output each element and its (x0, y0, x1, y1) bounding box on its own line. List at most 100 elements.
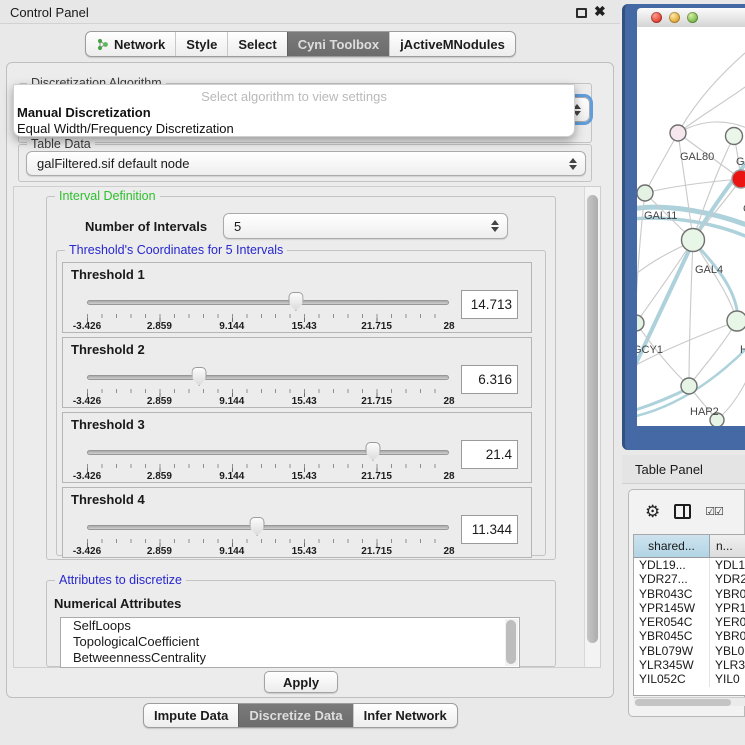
slider-thumb[interactable] (288, 292, 303, 311)
slider-track[interactable] (87, 450, 449, 455)
popup-option-equal-width[interactable]: Equal Width/Frequency Discretization (17, 121, 234, 136)
table-panel-title: Table Panel (635, 462, 703, 477)
threshold-3-label: Threshold 3 (71, 417, 145, 432)
threshold-1-label: Threshold 1 (71, 267, 145, 282)
threshold-1-box: Threshold 1 -3.426 2.859 9.144 15.43 21.… (62, 262, 532, 333)
stepper-arrows-icon (569, 158, 577, 170)
threshold-4-label: Threshold 4 (71, 492, 145, 507)
label-ga: GA (736, 156, 745, 168)
table-data-combobox[interactable]: galFiltered.sif default node (26, 151, 586, 176)
list-item[interactable]: SelfLoops (61, 618, 519, 634)
slider-tick-labels: -3.426 2.859 9.144 15.43 21.715 28 (87, 471, 449, 483)
scrollbar-thumb[interactable] (506, 620, 516, 664)
popup-option-manual-discretization[interactable]: Manual Discretization (17, 105, 151, 120)
control-panel-title: Control Panel (10, 5, 89, 20)
gear-icon[interactable]: ⚙ (645, 503, 660, 520)
top-tab-bar: Network Style Select Cyni Toolbox jActiv… (85, 31, 516, 57)
slider-track[interactable] (87, 375, 449, 380)
table-row[interactable]: YBR045CYBR0 (634, 629, 745, 643)
node-hap2[interactable] (681, 378, 697, 394)
close-icon[interactable]: ✖ (594, 3, 606, 20)
zoom-traffic-light[interactable] (687, 12, 698, 23)
scrollbar-thumb[interactable] (587, 195, 598, 643)
table-row[interactable]: YIL052CYIL0 (634, 672, 745, 686)
network-icon (96, 38, 109, 51)
bottom-tab-bar: Impute Data Discretize Data Infer Networ… (143, 703, 458, 728)
network-window-titlebar[interactable] (637, 8, 745, 27)
threshold-3-value-field[interactable]: 21.4 (461, 440, 518, 469)
apply-button[interactable]: Apply (264, 671, 338, 693)
table-row[interactable]: YPR145WYPR1 (634, 601, 745, 615)
scrollbar-thumb[interactable] (635, 699, 731, 706)
node-h[interactable] (727, 311, 745, 331)
slider-thumb[interactable] (365, 442, 380, 461)
float-window-icon[interactable] (576, 8, 587, 18)
table-row[interactable]: YBR043CYBR0 (634, 587, 745, 601)
network-graph: GAL80 GA GAL11 GAL4 GCY1 H C HAP2 (637, 27, 745, 426)
table-row[interactable]: YLR345WYLR3 (634, 658, 745, 672)
threshold-4-slider[interactable] (87, 516, 449, 538)
number-of-intervals-value: 5 (234, 219, 241, 234)
number-of-intervals-combobox[interactable]: 5 (223, 213, 508, 239)
table-row[interactable]: YBL079WYBL0 (634, 644, 745, 658)
threshold-4-value-field[interactable]: 11.344 (461, 515, 518, 544)
numerical-attributes-list[interactable]: SelfLoops TopologicalCoefficient Between… (60, 617, 520, 668)
slider-tick-labels: -3.426 2.859 9.144 15.43 21.715 28 (87, 546, 449, 558)
slider-track[interactable] (87, 300, 449, 305)
threshold-2-value-field[interactable]: 6.316 (461, 365, 518, 394)
node-gcy1[interactable] (637, 315, 644, 331)
threshold-1-value-field[interactable]: 14.713 (461, 290, 518, 319)
table-row[interactable]: YDL19...YDL1 (634, 558, 745, 572)
node-table[interactable]: shared... n... YDL19...YDL1 YDR27...YDR2… (633, 534, 745, 696)
list-scrollbar[interactable] (505, 619, 518, 666)
tab-network[interactable]: Network (86, 32, 175, 56)
columns-icon[interactable] (674, 504, 691, 519)
tab-impute-data[interactable]: Impute Data (144, 704, 238, 727)
list-item[interactable]: BetweennessCentrality (61, 650, 519, 666)
numerical-attributes-label: Numerical Attributes (54, 596, 181, 611)
node-green[interactable] (726, 128, 743, 145)
slider-thumb[interactable] (250, 517, 265, 536)
tab-style[interactable]: Style (175, 32, 227, 56)
threshold-1-slider[interactable] (87, 291, 449, 313)
network-canvas[interactable]: GAL80 GA GAL11 GAL4 GCY1 H C HAP2 (637, 27, 745, 426)
algorithm-popup: Select algorithm to view settings Manual… (13, 84, 575, 137)
slider-tick-labels: -3.426 2.859 9.144 15.43 21.715 28 (87, 321, 449, 333)
label-gcy1: GCY1 (637, 344, 663, 356)
threshold-2-label: Threshold 2 (71, 342, 145, 357)
control-panel-titlebar (0, 0, 620, 24)
tab-discretize-data[interactable]: Discretize Data (238, 704, 352, 727)
threshold-3-box: Threshold 3 -3.426 2.859 9.144 15.43 21.… (62, 412, 532, 483)
minimize-traffic-light[interactable] (669, 12, 680, 23)
slider-thumb[interactable] (192, 367, 207, 386)
checkboxes-icon[interactable]: ☑☑ (705, 505, 723, 518)
column-header-name[interactable]: n... (710, 535, 745, 557)
label-hap2: HAP2 (690, 406, 719, 418)
table-row[interactable]: YDR27...YDR2 (634, 572, 745, 586)
slider-track[interactable] (87, 525, 449, 530)
node-gal11[interactable] (637, 185, 653, 201)
tab-cyni-toolbox[interactable]: Cyni Toolbox (287, 32, 389, 56)
node-pink[interactable] (670, 125, 686, 141)
interval-definition-title: Interval Definition (55, 189, 160, 203)
tab-jactivemnodules[interactable]: jActiveMNodules (389, 32, 515, 56)
tab-infer-network[interactable]: Infer Network (353, 704, 457, 727)
node-gal4[interactable] (682, 229, 705, 252)
table-header-row: shared... n... (634, 535, 745, 558)
label-gal11: GAL11 (644, 210, 677, 222)
tab-select[interactable]: Select (227, 32, 286, 56)
settings-vertical-scrollbar[interactable] (584, 187, 600, 667)
number-of-intervals-label: Number of Intervals (85, 219, 207, 234)
table-horizontal-scrollbar[interactable] (634, 697, 745, 706)
node-red-selected[interactable] (732, 170, 745, 188)
algorithm-popup-hint: Select algorithm to view settings (14, 89, 574, 104)
list-item[interactable]: TopologicalCoefficient (61, 634, 519, 650)
threshold-3-slider[interactable] (87, 441, 449, 463)
table-panel-titlebar: Table Panel (622, 455, 745, 484)
column-header-shared[interactable]: shared... (634, 535, 710, 557)
stepper-arrows-icon (491, 220, 499, 232)
table-row[interactable]: YER054CYER0 (634, 615, 745, 629)
threshold-2-slider[interactable] (87, 366, 449, 388)
close-traffic-light[interactable] (651, 12, 662, 23)
network-window[interactable]: GAL80 GA GAL11 GAL4 GCY1 H C HAP2 (622, 4, 745, 450)
